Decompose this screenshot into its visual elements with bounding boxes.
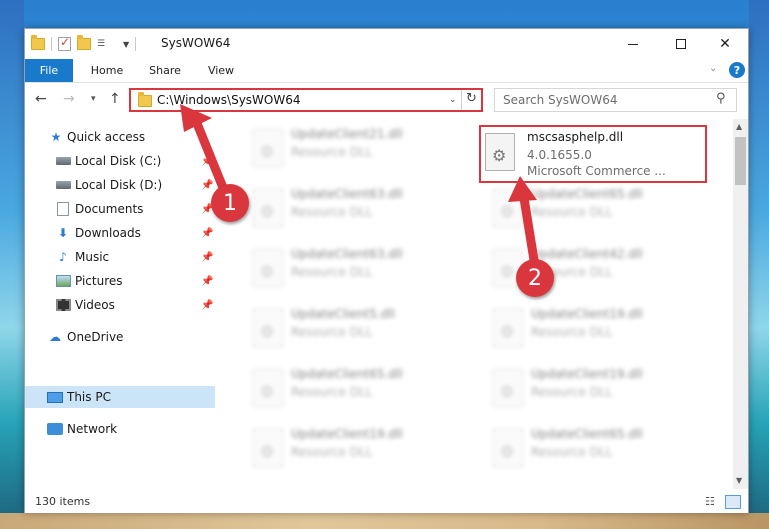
annotation-arrow-2 <box>518 187 539 265</box>
annotation-arrowhead-2 <box>508 176 537 202</box>
annotation-badge-2: 2 <box>516 259 554 297</box>
annotation-badge-1: 1 <box>211 184 249 222</box>
annotation-arrows <box>180 104 539 265</box>
